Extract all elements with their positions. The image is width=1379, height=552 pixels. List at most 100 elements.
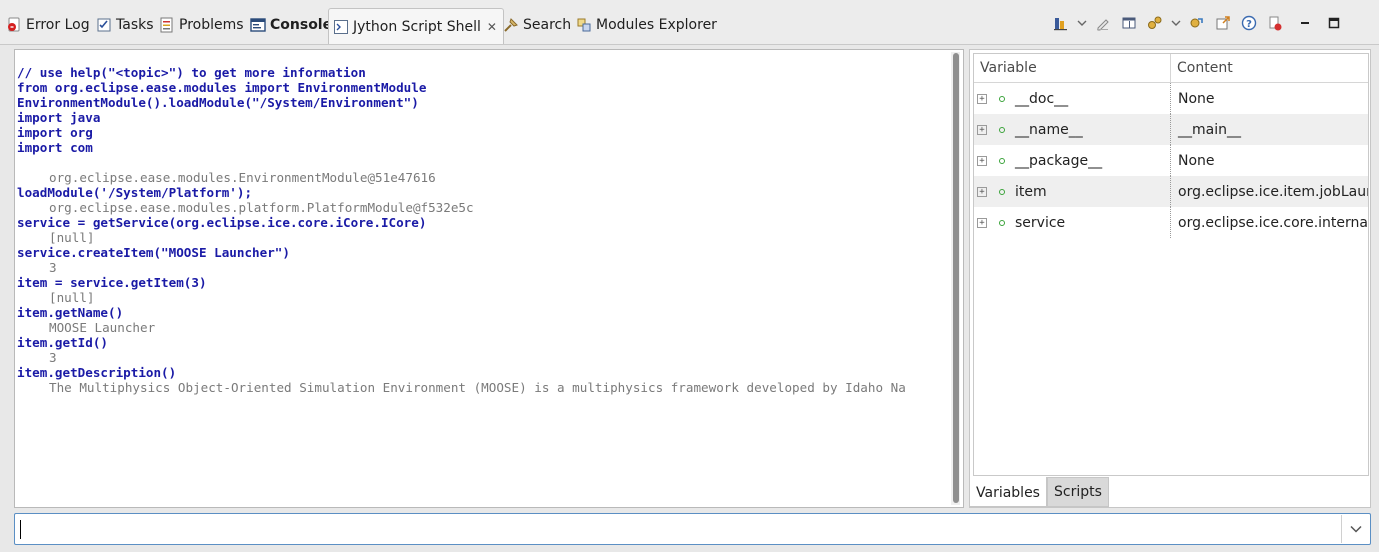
console-command-line: item.getId() — [17, 335, 108, 350]
variable-row[interactable]: + __name__ __main__ — [974, 114, 1368, 145]
column-header-variable[interactable]: Variable — [974, 54, 1171, 82]
tab-variables[interactable]: Variables — [969, 477, 1047, 507]
tab-scripts[interactable]: Scripts — [1046, 477, 1109, 507]
variable-icon — [999, 126, 1005, 133]
console-command-line: from org.eclipse.ease.modules import Env… — [17, 80, 427, 95]
console-output-line: The Multiphysics Object-Oriented Simulat… — [49, 380, 906, 395]
tab-problems[interactable]: Problems — [159, 10, 244, 40]
tab-label: Problems — [179, 17, 244, 33]
variables-tab-bar: Variables Scripts — [969, 477, 1109, 507]
console-command-line: item.getName() — [17, 305, 124, 320]
modules-icon[interactable] — [1142, 12, 1168, 34]
console-output-line: [null] — [49, 290, 95, 305]
tab-label: Console — [270, 17, 333, 33]
variable-name: item — [1015, 183, 1047, 200]
variable-content: None — [1178, 152, 1215, 169]
console-output-line: 3 — [49, 350, 57, 365]
modules-explorer-icon — [576, 17, 592, 33]
console-output-line: [null] — [49, 230, 95, 245]
search-icon — [503, 17, 519, 33]
command-input-box[interactable] — [14, 513, 1371, 545]
chevron-down-icon — [1349, 525, 1362, 533]
variables-panel: Variable Content + __doc__ None + __name__ __… — [969, 49, 1371, 508]
script-shell-icon — [333, 19, 349, 35]
console-command-line: EnvironmentModule().loadModule("/System/… — [17, 95, 419, 110]
console-command-line: loadModule('/System/Platform'); — [17, 185, 253, 200]
tab-label: Search — [523, 17, 572, 33]
expand-icon[interactable]: + — [977, 217, 987, 228]
console-command-line: import com — [17, 140, 93, 155]
console-command-line: service = getService(org.eclipse.ice.cor… — [17, 215, 427, 230]
layout-icon[interactable] — [1116, 12, 1142, 34]
variable-icon — [999, 157, 1005, 164]
error-log-icon — [6, 17, 22, 33]
tab-label: Error Log — [26, 17, 90, 33]
console-command-line: item.getDescription() — [17, 365, 177, 380]
variable-row[interactable]: + item org.eclipse.ice.item.jobLaunch — [974, 176, 1368, 207]
dropdown-icon[interactable] — [1168, 12, 1184, 34]
tab-label: Modules Explorer — [596, 17, 717, 33]
tab-error-log[interactable]: Error Log — [6, 10, 90, 40]
variable-content: org.eclipse.ice.core.internal.C — [1178, 214, 1368, 231]
expand-icon[interactable]: + — [977, 186, 987, 197]
console-text: // use help("<topic>") to get more infor… — [17, 65, 949, 505]
close-icon[interactable]: ✕ — [487, 20, 497, 34]
variable-icon — [999, 188, 1005, 195]
variable-content: org.eclipse.ice.item.jobLaunch — [1178, 183, 1368, 200]
minimize-icon[interactable] — [1288, 12, 1322, 34]
variable-icon — [999, 219, 1005, 226]
console-command-line: import org — [17, 125, 93, 140]
console-scrollbar-thumb[interactable] — [953, 53, 959, 503]
clear-icon[interactable] — [1090, 12, 1116, 34]
view-toolbar: ? — [1048, 12, 1346, 34]
variable-icon — [999, 95, 1005, 102]
console-output-line: 3 — [49, 260, 57, 275]
dropdown-icon[interactable] — [1074, 12, 1090, 34]
run-script-icon[interactable] — [1048, 12, 1074, 34]
console-output-pane[interactable]: // use help("<topic>") to get more infor… — [14, 49, 964, 508]
variable-content: __main__ — [1178, 121, 1241, 138]
variable-name-cell: + service — [974, 207, 1171, 238]
variable-content: None — [1178, 90, 1215, 107]
tab-jython-script-shell[interactable]: Jython Script Shell ✕ — [328, 8, 504, 44]
expand-icon[interactable]: + — [977, 124, 987, 135]
console-command-line: item = service.getItem(3) — [17, 275, 207, 290]
terminate-icon[interactable] — [1262, 12, 1288, 34]
variable-name: __name__ — [1015, 121, 1083, 138]
variable-row[interactable]: + service org.eclipse.ice.core.internal.C — [974, 207, 1368, 238]
variable-name-cell: + __doc__ — [974, 83, 1171, 114]
variable-name: service — [1015, 214, 1066, 231]
tab-label: Tasks — [116, 17, 154, 33]
variable-name-cell: + item — [974, 176, 1171, 207]
command-input[interactable] — [19, 517, 1339, 541]
tab-search[interactable]: Search — [503, 10, 571, 40]
maximize-icon[interactable] — [1322, 12, 1346, 34]
column-header-content[interactable]: Content — [1171, 54, 1368, 82]
tab-modules-explorer[interactable]: Modules Explorer — [576, 10, 717, 40]
console-command-line: import java — [17, 110, 101, 125]
problems-icon — [159, 17, 175, 33]
expand-icon[interactable]: + — [977, 155, 987, 166]
console-command-line: // use help("<topic>") to get more infor… — [17, 65, 366, 80]
tab-label: Jython Script Shell — [353, 18, 481, 35]
tab-tasks[interactable]: Tasks — [96, 10, 154, 40]
variable-name-cell: + __package__ — [974, 145, 1171, 176]
tasks-icon — [96, 17, 112, 33]
expand-icon[interactable]: + — [977, 93, 987, 104]
variable-row[interactable]: + __doc__ None — [974, 83, 1368, 114]
console-command-line: service.createItem("MOOSE Launcher") — [17, 245, 290, 260]
variables-table-header: Variable Content — [974, 54, 1368, 83]
console-output-line: MOOSE Launcher — [49, 320, 156, 335]
tab-console[interactable]: Console — [250, 10, 332, 40]
export-icon[interactable] — [1210, 12, 1236, 34]
text-caret — [20, 520, 21, 539]
history-dropdown-button[interactable] — [1341, 515, 1369, 543]
variables-table: Variable Content + __doc__ None + __name__ __… — [973, 53, 1369, 476]
console-output-line: org.eclipse.ease.modules.platform.Platfo… — [49, 200, 474, 215]
variable-name-cell: + __name__ — [974, 114, 1171, 145]
variable-row[interactable]: + __package__ None — [974, 145, 1368, 176]
view-tab-bar: Error Log Tasks Problems Console Jython … — [0, 0, 1379, 45]
help-icon[interactable]: ? — [1236, 12, 1262, 34]
reload-icon[interactable] — [1184, 12, 1210, 34]
